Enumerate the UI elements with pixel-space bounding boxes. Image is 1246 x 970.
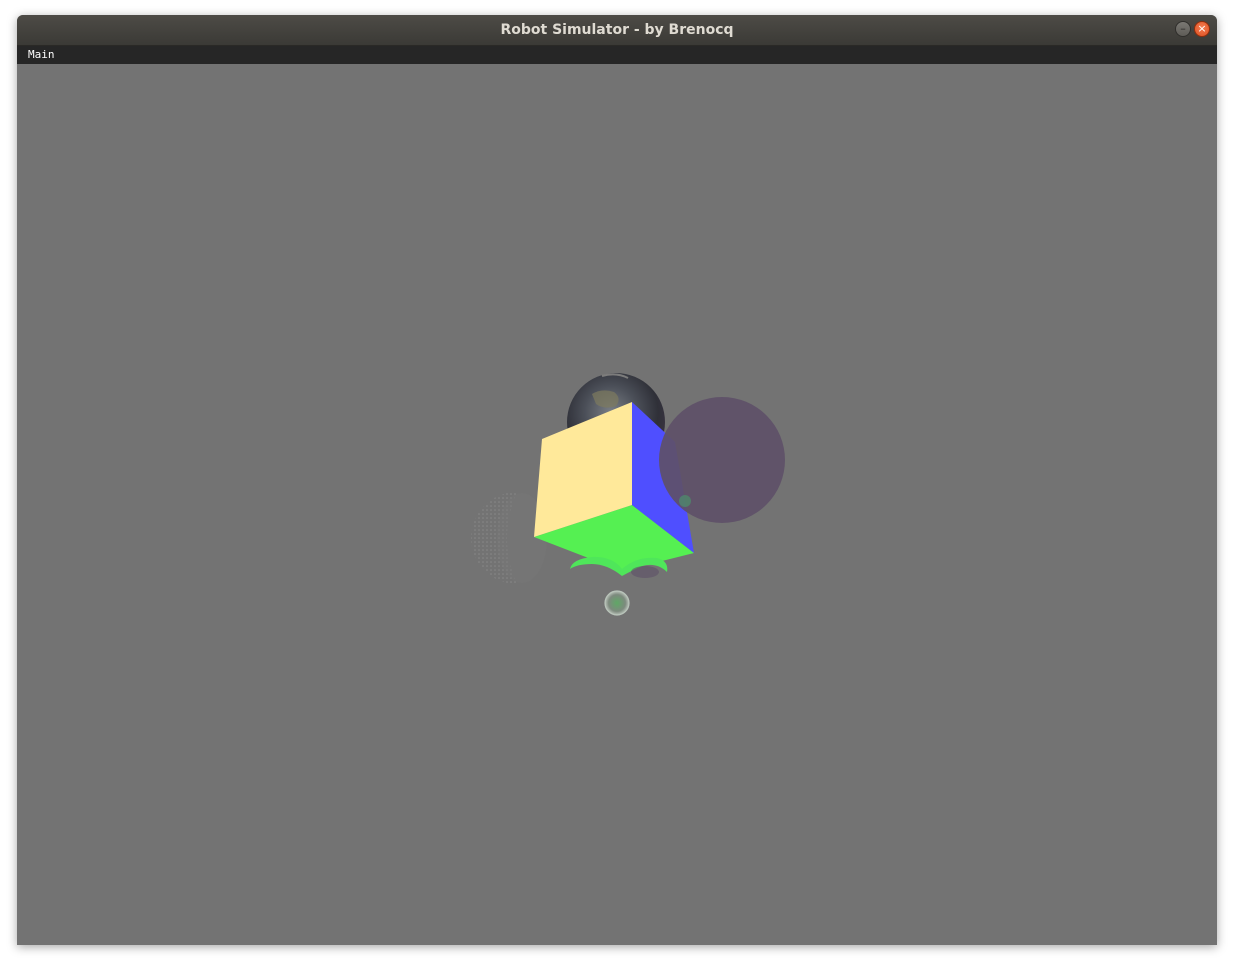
small-green-sphere	[604, 590, 630, 616]
menu-bar: Main	[17, 46, 1217, 64]
window-title: Robot Simulator - by Brenocq	[500, 22, 734, 38]
minimize-button[interactable]: –	[1175, 21, 1191, 37]
scene-canvas	[471, 373, 785, 616]
translucent-purple-sphere	[659, 397, 785, 523]
faint-dotted-sphere	[471, 492, 547, 584]
title-bar[interactable]: Robot Simulator - by Brenocq – ×	[17, 15, 1217, 46]
menu-main[interactable]: Main	[28, 48, 55, 61]
close-button[interactable]: ×	[1194, 21, 1210, 37]
app-window: Robot Simulator - by Brenocq – × Main	[17, 15, 1217, 945]
3d-viewport[interactable]	[17, 64, 1217, 945]
